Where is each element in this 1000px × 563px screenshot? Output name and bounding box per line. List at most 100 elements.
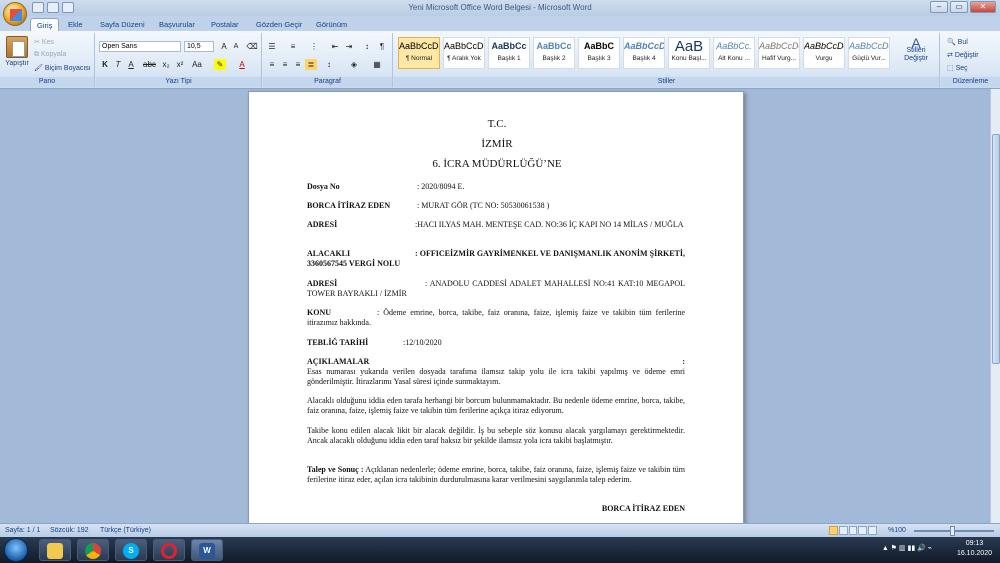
maximize-button[interactable]: ▭ xyxy=(950,1,968,13)
clock-time[interactable]: 09:13 xyxy=(957,539,992,549)
align-right-icon[interactable]: ≡ xyxy=(292,59,304,70)
tab-gozden-gecir[interactable]: Gözden Geçir xyxy=(250,18,308,31)
tab-gorunum[interactable]: Görünüm xyxy=(310,18,353,31)
office-button[interactable] xyxy=(3,2,27,26)
taskbar-word[interactable]: W xyxy=(191,539,223,561)
office-logo-icon xyxy=(10,9,22,21)
page-count[interactable]: Sayfa: 1 / 1 xyxy=(5,524,40,537)
close-button[interactable]: ✕ xyxy=(970,1,996,13)
style-name: ¶ Normal xyxy=(405,55,433,62)
taskbar-skype[interactable]: S xyxy=(115,539,147,561)
shrink-font-icon[interactable]: A xyxy=(230,41,242,52)
font-size-combo[interactable]: 10,5 xyxy=(184,41,214,52)
borca-value: : MURAT GÖR (TC NO: 50530061538 ) xyxy=(417,201,550,210)
style-heading-1[interactable]: AaBbCc Başlık 1 xyxy=(488,37,530,69)
underline-icon[interactable]: A xyxy=(125,59,137,70)
italic-icon[interactable]: T xyxy=(112,59,124,70)
window-title: Yeni Microsoft Office Word Belgesi - Mic… xyxy=(408,3,592,12)
skype-icon: S xyxy=(123,543,139,559)
paste-label: Yapıştır xyxy=(5,60,29,67)
opera-icon xyxy=(161,543,177,559)
word-count[interactable]: Sözcük: 192 xyxy=(50,524,89,537)
style-intense-emphasis[interactable]: AaBbCcDc Güçlü Vur... xyxy=(848,37,890,69)
change-case-icon[interactable]: Aa xyxy=(191,59,203,70)
style-normal[interactable]: AaBbCcDc ¶ Normal xyxy=(398,37,440,69)
taskbar-explorer[interactable] xyxy=(39,539,71,561)
minimize-button[interactable]: – xyxy=(930,1,948,13)
start-button[interactable] xyxy=(4,538,28,562)
find-button[interactable]: 🔍 Bul xyxy=(947,38,968,46)
select-label: Seç xyxy=(955,65,968,72)
style-title[interactable]: AaB Konu Başl... xyxy=(668,37,710,69)
clock-date[interactable]: 16.10.2020 xyxy=(957,549,992,559)
title-bar: Yeni Microsoft Office Word Belgesi - Mic… xyxy=(0,0,1000,16)
sort-icon[interactable]: ↕ xyxy=(361,41,373,52)
tab-ekle[interactable]: Ekle xyxy=(62,18,89,31)
vertical-scrollbar[interactable] xyxy=(990,89,1000,523)
print-layout-icon[interactable] xyxy=(829,526,838,535)
select-button[interactable]: ⬚ Seç xyxy=(947,64,968,72)
style-subtitle[interactable]: AaBbCc. Alt Konu ... xyxy=(713,37,755,69)
subscript-icon[interactable]: x₂ xyxy=(160,59,172,70)
justify-icon[interactable]: ≣ xyxy=(305,59,317,70)
multilevel-list-icon[interactable]: ⋮ xyxy=(308,41,320,52)
copy-button[interactable]: ⧉ Kopyala xyxy=(34,51,66,59)
tab-giris[interactable]: Giriş xyxy=(30,18,60,31)
outline-icon[interactable] xyxy=(858,526,868,535)
shading-icon[interactable]: ◈ xyxy=(348,59,360,70)
doc-heading-tc: T.C. xyxy=(487,118,507,130)
zoom-slider-thumb[interactable] xyxy=(950,526,955,536)
style-name: Vurgu xyxy=(815,55,833,62)
paragraph-group-label: Paragraf xyxy=(263,77,392,87)
replace-label: Değiştir xyxy=(954,52,979,59)
ribbon-tabs: Giriş Ekle Sayfa Düzeni Başvurular Posta… xyxy=(0,16,1000,31)
web-layout-icon[interactable] xyxy=(848,526,858,535)
increase-indent-icon[interactable]: ⇥ xyxy=(343,41,355,52)
replace-button[interactable]: ⇄ Değiştir xyxy=(947,51,979,59)
tab-sayfa-duzeni[interactable]: Sayfa Düzeni xyxy=(94,18,151,31)
highlight-icon[interactable]: ✎ xyxy=(214,59,226,70)
grow-font-icon[interactable]: A xyxy=(218,41,230,52)
document-page[interactable]: T.C. İZMİR 6. İCRA MÜDÜRLÜĞÜ’NE Dosya No… xyxy=(248,91,744,523)
line-spacing-icon[interactable]: ↕ xyxy=(323,59,335,70)
bold-icon[interactable]: K xyxy=(99,59,111,70)
pilcrow-icon[interactable]: ¶ xyxy=(376,41,388,52)
format-painter-button[interactable]: 🖌 Biçim Boyacısı xyxy=(34,64,91,72)
superscript-icon[interactable]: x² xyxy=(174,59,186,70)
decrease-indent-icon[interactable]: ⇤ xyxy=(329,41,341,52)
style-subtle-emphasis[interactable]: AaBbCcDc Hafif Vurg... xyxy=(758,37,800,69)
full-screen-reading-icon[interactable] xyxy=(838,526,848,535)
change-styles-button[interactable]: A Stilleri Değiştir xyxy=(894,36,938,63)
style-heading-4[interactable]: AaBbCcD Başlık 4 xyxy=(623,37,665,69)
tray-icons[interactable]: ▲ ⚑ ▥ ▮▮ 🔊 ⌁ xyxy=(882,544,932,554)
paste-button[interactable]: Yapıştır xyxy=(4,36,30,67)
align-center-icon[interactable]: ≡ xyxy=(279,59,291,70)
borders-icon[interactable]: ▦ xyxy=(371,59,383,70)
font-name-combo[interactable]: Open Sans xyxy=(99,41,181,52)
styles-group: AaBbCcDc ¶ Normal AaBbCcDc ¶ Aralık Yok Aa… xyxy=(394,33,940,87)
style-heading-3[interactable]: AaBbC Başlık 3 xyxy=(578,37,620,69)
cut-button[interactable]: ✂ Kes xyxy=(34,38,54,46)
align-left-icon[interactable]: ≡ xyxy=(266,59,278,70)
strikethrough-icon[interactable]: abc xyxy=(143,59,156,70)
tab-basvurular[interactable]: Başvurular xyxy=(153,18,201,31)
style-emphasis[interactable]: AaBbCcDc Vurgu xyxy=(803,37,845,69)
language-indicator[interactable]: Türkçe (Türkiye) xyxy=(100,524,151,537)
style-name: Başlık 3 xyxy=(587,55,611,62)
style-no-spacing[interactable]: AaBbCcDc ¶ Aralık Yok xyxy=(443,37,485,69)
dosya-label: Dosya No xyxy=(307,182,340,191)
style-preview: AaBbCcDc xyxy=(444,41,485,51)
font-color-icon[interactable]: A xyxy=(236,59,248,70)
clear-format-icon[interactable]: ⌫ xyxy=(246,41,258,52)
bullets-icon[interactable]: ☰ xyxy=(266,41,278,52)
tab-postalar[interactable]: Postalar xyxy=(205,18,245,31)
taskbar-opera[interactable] xyxy=(153,539,185,561)
style-heading-2[interactable]: AaBbCc Başlık 2 xyxy=(533,37,575,69)
zoom-level[interactable]: %100 xyxy=(888,524,906,537)
scrollbar-thumb[interactable] xyxy=(992,134,1000,364)
borca-label: BORCA İTİRAZ EDEN xyxy=(307,201,391,210)
taskbar-chrome[interactable] xyxy=(77,539,109,561)
style-name: Başlık 2 xyxy=(542,55,566,62)
numbering-icon[interactable]: ≡ xyxy=(287,41,299,52)
draft-icon[interactable] xyxy=(868,526,877,535)
